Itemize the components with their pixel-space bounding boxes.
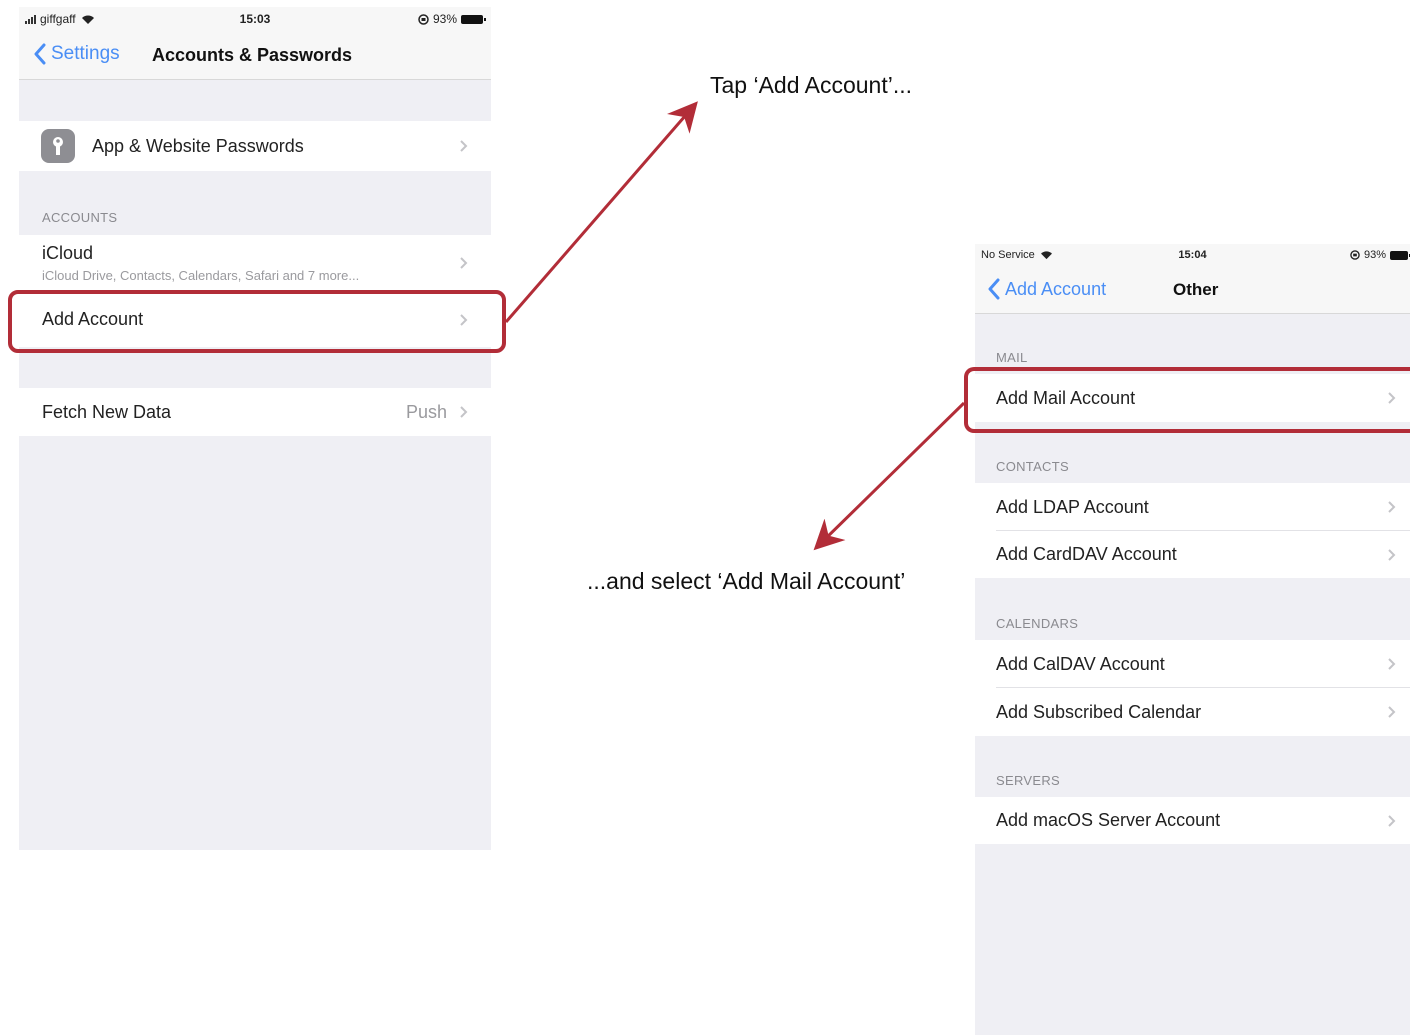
annotation-step2: ...and select ‘Add Mail Account’: [587, 568, 906, 594]
arrow-to-step1: [504, 101, 698, 323]
annotation-step1: Tap ‘Add Account’...: [710, 72, 913, 98]
callout-arrows: [504, 101, 966, 551]
arrow-to-step2: [813, 401, 966, 551]
